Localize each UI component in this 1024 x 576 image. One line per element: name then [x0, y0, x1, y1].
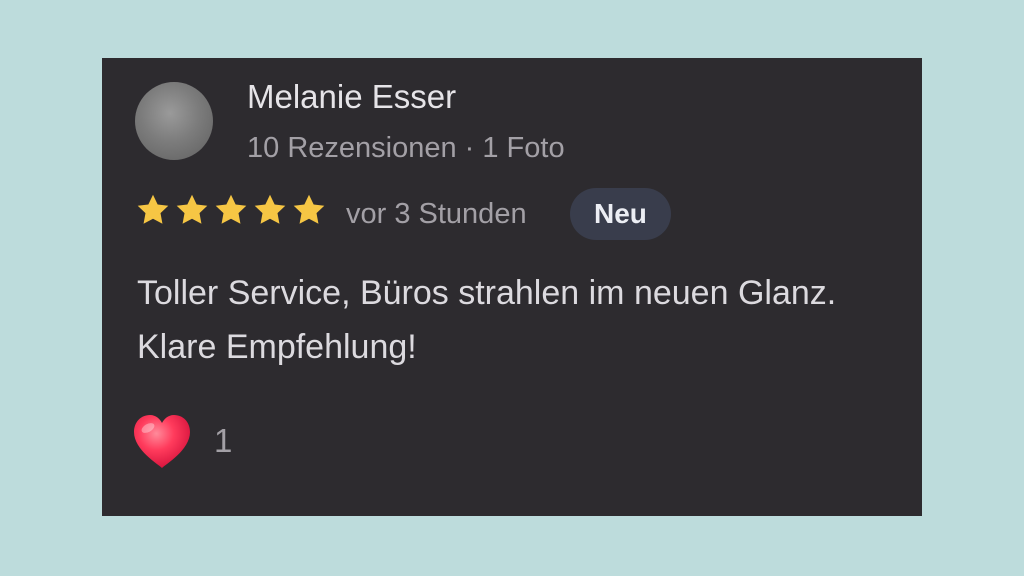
avatar[interactable]	[135, 82, 213, 160]
author-name[interactable]: Melanie Esser	[247, 78, 456, 116]
review-time: vor 3 Stunden	[346, 198, 527, 230]
reaction-count: 1	[214, 422, 233, 459]
star-icon	[215, 194, 247, 224]
star-icon	[254, 194, 286, 224]
review-text-line: Klare Empfehlung!	[137, 328, 417, 366]
new-badge: Neu	[570, 188, 671, 240]
star-rating	[135, 192, 327, 228]
review-card: Melanie Esser 10 Rezensionen · 1 Foto vo…	[102, 58, 922, 516]
star-icon	[137, 194, 169, 224]
review-text: Toller Service, Büros strahlen im neuen …	[137, 266, 917, 374]
heart-icon[interactable]	[130, 410, 194, 474]
author-meta: 10 Rezensionen · 1 Foto	[247, 132, 565, 164]
review-text-line: Toller Service, Büros strahlen im neuen …	[137, 274, 837, 312]
star-icon	[176, 194, 208, 224]
star-icon	[293, 194, 325, 224]
